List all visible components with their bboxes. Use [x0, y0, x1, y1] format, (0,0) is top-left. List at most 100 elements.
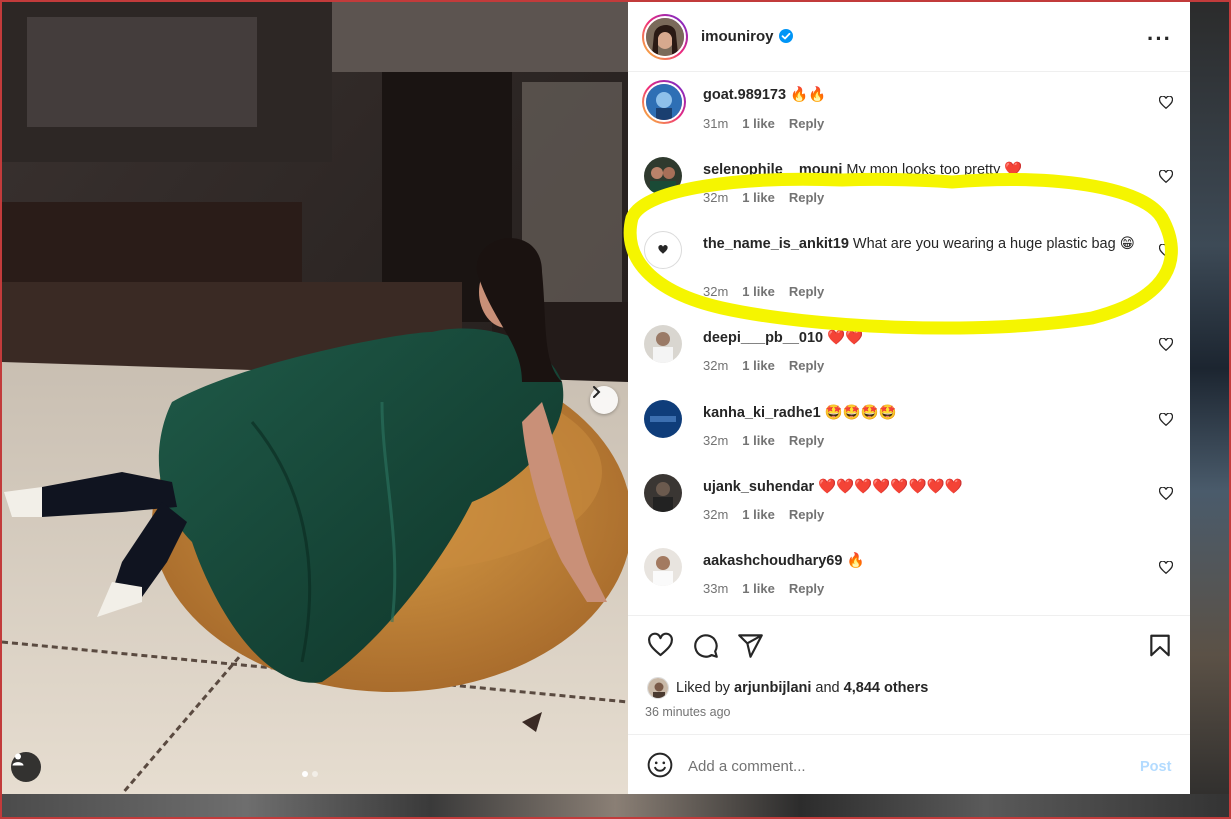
- like-comment-heart-icon[interactable]: [1159, 244, 1173, 258]
- comment-username[interactable]: kanha_ki_radhe1: [703, 405, 821, 421]
- comment-meta: 32m 1 like Reply: [703, 358, 838, 373]
- comment-time[interactable]: 32m: [703, 507, 728, 522]
- likes-conjunction: and: [815, 680, 840, 696]
- comment-meta: 32m 1 like Reply: [703, 190, 838, 205]
- comment-username[interactable]: selenophile__mouni: [703, 162, 842, 178]
- post-side-panel: imouniroy ··· goat.989173 🔥🔥 31m 1 like Rep…: [628, 2, 1190, 794]
- comment-body: ❤️❤️❤️❤️❤️❤️❤️❤️: [818, 479, 963, 495]
- author-avatar-image: [646, 18, 684, 56]
- commenter-avatar[interactable]: [644, 400, 682, 438]
- post-timestamp[interactable]: 36 minutes ago: [645, 705, 730, 719]
- commenter-avatar[interactable]: [642, 80, 686, 124]
- reply-button[interactable]: Reply: [789, 358, 824, 373]
- comment-username[interactable]: goat.989173: [703, 87, 786, 103]
- like-comment-heart-icon[interactable]: [1159, 96, 1173, 110]
- reply-button[interactable]: Reply: [789, 433, 824, 448]
- comment-username[interactable]: deepi___pb__010: [703, 330, 823, 346]
- comment-username[interactable]: the_name_is_ankit19: [703, 236, 849, 252]
- comment-body: ❤️❤️: [827, 330, 864, 346]
- comment-likes[interactable]: 1 like: [742, 507, 775, 522]
- commenter-avatar[interactable]: [644, 548, 682, 586]
- chevron-right-icon: [593, 386, 601, 398]
- post-photo[interactable]: [2, 2, 628, 794]
- emoji-picker-icon[interactable]: [647, 752, 673, 778]
- comment-text: kanha_ki_radhe1 🤩🤩🤩🤩: [703, 403, 1153, 423]
- likes-summary: Liked by arjunbijlani and 4,844 others: [647, 677, 928, 699]
- reply-button[interactable]: Reply: [789, 190, 824, 205]
- comment-time[interactable]: 32m: [703, 284, 728, 299]
- comment-body: What are you wearing a huge plastic bag …: [852, 236, 1135, 252]
- comment-body: 🔥: [846, 553, 865, 569]
- like-heart-icon[interactable]: [647, 632, 674, 659]
- comment-text: deepi___pb__010 ❤️❤️: [703, 328, 1153, 348]
- liker-avatar-image: [648, 678, 668, 698]
- like-comment-heart-icon[interactable]: [1159, 561, 1173, 575]
- more-options-button[interactable]: ···: [1147, 26, 1172, 52]
- reply-button[interactable]: Reply: [789, 116, 824, 131]
- reply-button[interactable]: Reply: [789, 581, 824, 596]
- commenter-avatar-image: [644, 157, 682, 195]
- comment-body: 🔥🔥: [790, 87, 827, 103]
- carousel-indicator: [302, 771, 318, 777]
- like-comment-heart-icon[interactable]: [1159, 338, 1173, 352]
- comment-time[interactable]: 32m: [703, 433, 728, 448]
- comment-meta: 33m 1 like Reply: [703, 581, 838, 596]
- post-comment-button[interactable]: Post: [1140, 759, 1171, 775]
- commenter-avatar[interactable]: [644, 474, 682, 512]
- comment-bubble-icon[interactable]: [692, 632, 719, 659]
- liker-username[interactable]: arjunbijlani: [734, 680, 811, 696]
- next-image-button[interactable]: [590, 386, 618, 414]
- comment-text: goat.989173 🔥🔥: [703, 85, 1153, 105]
- tagged-users-button[interactable]: [11, 752, 41, 782]
- reply-button[interactable]: Reply: [789, 507, 824, 522]
- comment-meta: 32m 1 like Reply: [703, 433, 838, 448]
- background-feed-bottom: [0, 794, 1231, 819]
- commenter-avatar[interactable]: [644, 231, 682, 269]
- like-comment-heart-icon[interactable]: [1159, 413, 1173, 427]
- author-username[interactable]: imouniroy: [701, 28, 774, 45]
- share-send-icon[interactable]: [737, 632, 764, 659]
- comment-likes[interactable]: 1 like: [742, 190, 775, 205]
- comment-meta: 32m 1 like Reply: [703, 507, 838, 522]
- comment-text: selenophile__mouni My mon looks too prett…: [703, 160, 1153, 180]
- comment-username[interactable]: ujank_suhendar: [703, 479, 814, 495]
- comment-meta: 31m 1 like Reply: [703, 116, 838, 131]
- comment-likes[interactable]: 1 like: [742, 581, 775, 596]
- liker-avatar[interactable]: [647, 677, 669, 699]
- heart-avatar-icon: [658, 245, 668, 254]
- author-avatar[interactable]: [642, 14, 688, 60]
- comment-likes[interactable]: 1 like: [742, 116, 775, 131]
- comment-likes[interactable]: 1 like: [742, 433, 775, 448]
- comment-likes[interactable]: 1 like: [742, 358, 775, 373]
- comment-time[interactable]: 31m: [703, 116, 728, 131]
- user-icon: [12, 753, 24, 766]
- verified-badge-icon: [779, 29, 793, 43]
- post-header: imouniroy ···: [628, 2, 1190, 72]
- likes-others-link[interactable]: 4,844 others: [844, 680, 929, 696]
- add-comment-bar: Post: [628, 734, 1190, 794]
- like-comment-heart-icon[interactable]: [1159, 170, 1173, 184]
- comment-time[interactable]: 32m: [703, 190, 728, 205]
- like-comment-heart-icon[interactable]: [1159, 487, 1173, 501]
- commenter-avatar[interactable]: [644, 157, 682, 195]
- commenter-avatar[interactable]: [644, 325, 682, 363]
- comment-username[interactable]: aakashchoudhary69: [703, 553, 842, 569]
- commenter-avatar-image: [646, 84, 682, 120]
- comment-body: 🤩🤩🤩🤩: [824, 405, 897, 421]
- comment-time[interactable]: 32m: [703, 358, 728, 373]
- comment-likes[interactable]: 1 like: [742, 284, 775, 299]
- comment-input[interactable]: [688, 753, 1128, 779]
- comment-time[interactable]: 33m: [703, 581, 728, 596]
- save-bookmark-icon[interactable]: [1147, 632, 1173, 659]
- comment-meta: 32m 1 like Reply: [703, 284, 838, 299]
- likes-prefix: Liked by: [676, 680, 731, 696]
- background-feed-right: [1190, 0, 1231, 819]
- carousel-dot-active: [302, 771, 308, 777]
- reply-button[interactable]: Reply: [789, 284, 824, 299]
- commenter-avatar-image: [644, 325, 682, 363]
- commenter-avatar-image: [644, 400, 682, 438]
- carousel-dot: [312, 771, 318, 777]
- comment-text: the_name_is_ankit19 What are you wearing …: [703, 234, 1153, 254]
- comment-text: ujank_suhendar ❤️❤️❤️❤️❤️❤️❤️❤️: [703, 477, 1153, 497]
- comment-body: My mon looks too pretty ❤️: [846, 162, 1023, 178]
